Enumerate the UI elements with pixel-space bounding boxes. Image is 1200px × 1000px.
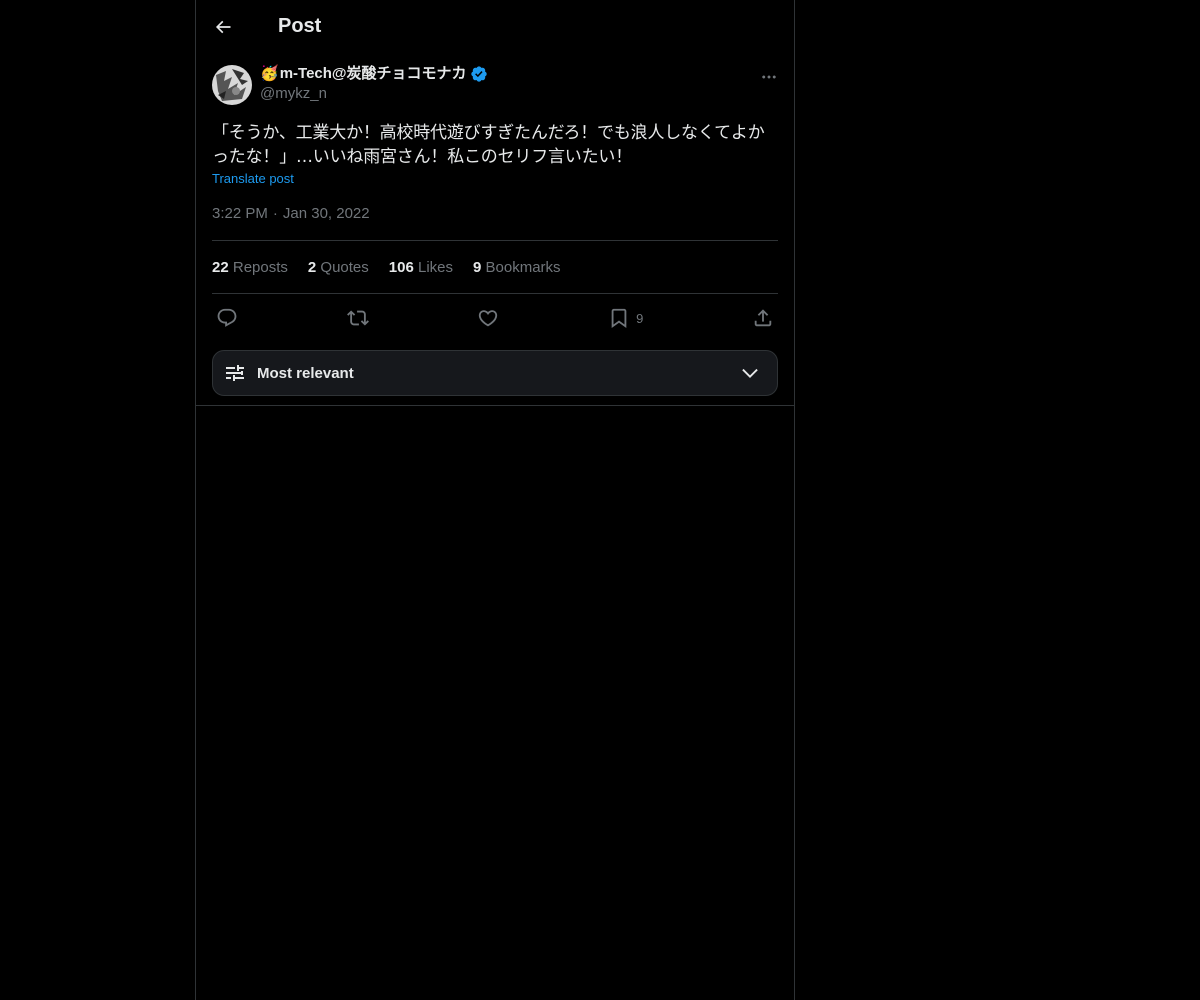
translate-post-link[interactable]: Translate post (212, 171, 294, 186)
header: Post (196, 0, 794, 53)
bookmarks-label: Bookmarks (485, 258, 561, 276)
arrow-left-icon (215, 20, 231, 33)
main-column: Post 🥳 m-Tech@炭酸チョコモナカ @mykz_n 「そうか、工業大か… (195, 0, 795, 1000)
post: 🥳 m-Tech@炭酸チョコモナカ @mykz_n 「そうか、工業大か！高校時代… (196, 65, 794, 396)
reposts-label: Reposts (232, 258, 288, 276)
avatar-image (212, 65, 252, 105)
page-title: Post (278, 15, 322, 37)
bookmarks-count: 9 (473, 258, 482, 276)
author-handle[interactable]: @mykz_n (260, 84, 752, 104)
bookmark-count: 9 (636, 310, 644, 326)
bookmark-button[interactable]: 9 (608, 307, 643, 329)
reply-button[interactable] (216, 307, 238, 329)
like-button[interactable] (477, 307, 499, 329)
divider (196, 405, 794, 406)
party-emoji: 🥳 (260, 65, 279, 82)
bookmarks-stat[interactable]: 9 Bookmarks (473, 259, 561, 276)
reply-icon (217, 308, 237, 327)
author-info: 🥳 m-Tech@炭酸チョコモナカ @mykz_n (260, 64, 752, 104)
post-meta: 3:22 PM · Jan 30, 2022 (212, 204, 778, 224)
reposts-count: 22 (212, 258, 229, 276)
chevron-down-icon (742, 368, 758, 378)
share-icon (754, 309, 772, 327)
likes-stat[interactable]: 106 Likes (389, 259, 453, 276)
verified-badge-icon (470, 65, 488, 83)
post-date[interactable]: Jan 30, 2022 (283, 205, 370, 222)
bookmark-icon (611, 308, 627, 329)
post-text: 「そうか、工業大か！高校時代遊びすぎたんだろ！でも浪人しなくてよかったな！」…い… (212, 123, 765, 167)
reposts-stat[interactable]: 22 Reposts (212, 259, 288, 276)
more-dots-icon (762, 75, 776, 79)
repost-button[interactable] (346, 307, 369, 329)
repost-icon (346, 310, 369, 326)
sort-dropdown[interactable]: Most relevant (212, 350, 778, 396)
avatar[interactable] (212, 65, 252, 105)
post-time[interactable]: 3:22 PM (212, 205, 268, 222)
likes-label: Likes (417, 258, 454, 276)
likes-count: 106 (388, 258, 414, 276)
quotes-label: Quotes (320, 258, 369, 276)
more-options-button[interactable] (752, 60, 786, 94)
author-row: 🥳 m-Tech@炭酸チョコモナカ @mykz_n (212, 65, 778, 105)
sliders-icon (226, 365, 244, 381)
sort-label: Most relevant (257, 364, 354, 382)
author-name-line[interactable]: 🥳 m-Tech@炭酸チョコモナカ (260, 64, 752, 84)
quotes-stat[interactable]: 2 Quotes (308, 259, 369, 276)
share-button[interactable] (752, 307, 774, 329)
author-name: m-Tech@炭酸チョコモナカ (279, 65, 467, 82)
post-stats: 22 Reposts 2 Quotes 106 Likes 9 Bookmark… (212, 241, 778, 293)
meta-separator: · (272, 205, 278, 222)
action-bar: 9 (212, 294, 778, 342)
back-button[interactable] (206, 10, 240, 44)
quotes-count: 2 (307, 258, 317, 276)
heart-icon (479, 310, 498, 327)
